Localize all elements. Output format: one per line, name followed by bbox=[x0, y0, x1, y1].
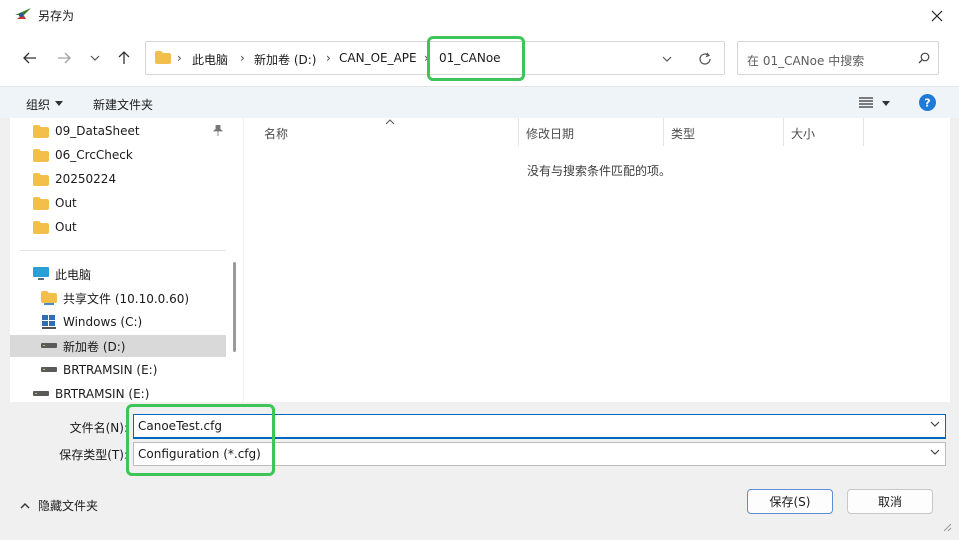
svg-text:?: ? bbox=[924, 97, 930, 110]
filename-label: 文件名(N): bbox=[69, 421, 128, 435]
quick-access-item[interactable]: 20250224 bbox=[10, 168, 226, 190]
chevron-down-icon[interactable] bbox=[930, 449, 940, 455]
caret-down-icon[interactable] bbox=[882, 101, 890, 106]
quick-access-item[interactable]: 06_CrcCheck bbox=[10, 144, 226, 166]
drive-icon bbox=[40, 338, 58, 354]
organize-menu[interactable]: 组织 bbox=[26, 96, 50, 113]
forward-button[interactable] bbox=[52, 47, 76, 69]
window-title: 另存为 bbox=[38, 9, 75, 23]
windows-drive-icon bbox=[40, 314, 58, 330]
highlight-current-folder bbox=[427, 36, 525, 81]
folder-icon bbox=[155, 51, 171, 64]
resize-grip-icon[interactable] bbox=[940, 520, 952, 532]
cancel-button[interactable]: 取消 bbox=[847, 489, 933, 514]
column-divider[interactable] bbox=[863, 118, 864, 146]
chevron-down-icon[interactable] bbox=[930, 421, 940, 427]
folder-icon bbox=[32, 147, 50, 163]
search-icon bbox=[918, 52, 930, 64]
computer-icon bbox=[32, 266, 50, 282]
sidebar-item-drive-d[interactable]: 新加卷 (D:) bbox=[10, 335, 226, 357]
search-placeholder: 在 01_CANoe 中搜索 bbox=[747, 54, 865, 68]
scrollbar-thumb[interactable] bbox=[233, 262, 236, 352]
breadcrumb-separator: › bbox=[240, 51, 245, 65]
pin-icon[interactable] bbox=[213, 125, 223, 136]
up-button[interactable] bbox=[112, 47, 136, 69]
hide-folders-label: 隐藏文件夹 bbox=[38, 499, 99, 513]
folder-icon bbox=[32, 123, 50, 139]
sidebar-item-network-share[interactable]: 共享文件 (10.10.0.60) bbox=[10, 287, 226, 309]
address-dropdown-icon[interactable] bbox=[662, 56, 672, 62]
search-input[interactable]: 在 01_CANoe 中搜索 bbox=[737, 41, 939, 75]
sidebar-item-drive-e[interactable]: BRTRAMSIN (E:) bbox=[10, 359, 226, 381]
column-header-size[interactable]: 大小 bbox=[783, 118, 863, 146]
arrow-left-icon bbox=[23, 52, 36, 64]
folder-icon bbox=[32, 195, 50, 211]
tree-item-label: 共享文件 (10.10.0.60) bbox=[63, 291, 190, 306]
refresh-icon[interactable] bbox=[698, 52, 712, 66]
navigation-pane: 09_DataSheet 06_CrcCheck 20250224 Out Ou… bbox=[10, 118, 243, 402]
tree-item-label: 此电脑 bbox=[55, 267, 92, 282]
view-options-icon[interactable] bbox=[859, 97, 873, 108]
quick-access-item[interactable]: 09_DataSheet bbox=[10, 120, 226, 142]
help-icon[interactable]: ? bbox=[919, 94, 936, 111]
filetype-label: 保存类型(T): bbox=[59, 448, 128, 462]
new-folder-button[interactable]: 新建文件夹 bbox=[93, 96, 153, 113]
tree-item-label: 09_DataSheet bbox=[55, 124, 140, 138]
tree-item-label: 06_CrcCheck bbox=[55, 148, 133, 162]
tree-item-label: BRTRAMSIN (E:) bbox=[63, 363, 158, 377]
breadcrumb-can-oe-ape[interactable]: CAN_OE_APE bbox=[339, 51, 417, 65]
arrow-right-icon bbox=[58, 52, 71, 64]
command-bar: 组织 新建文件夹 ? bbox=[0, 86, 959, 118]
column-header-name[interactable]: 名称 bbox=[256, 118, 518, 146]
folder-icon bbox=[32, 219, 50, 235]
divider bbox=[20, 250, 226, 251]
sidebar-item-drive-e[interactable]: BRTRAMSIN (E:) bbox=[10, 383, 226, 405]
recent-locations-button[interactable] bbox=[83, 47, 107, 69]
breadcrumb-separator: › bbox=[177, 51, 182, 65]
save-button[interactable]: 保存(S) bbox=[747, 489, 833, 514]
column-header-type[interactable]: 类型 bbox=[663, 118, 783, 146]
tree-item-label: Windows (C:) bbox=[63, 315, 143, 329]
back-button[interactable] bbox=[18, 47, 42, 69]
breadcrumb-separator: › bbox=[326, 51, 331, 65]
chevron-up-icon bbox=[20, 502, 30, 509]
quick-access-item[interactable]: Out bbox=[10, 216, 226, 238]
file-list: 名称 修改日期 类型 大小 没有与搜索条件匹配的项。 bbox=[244, 118, 950, 402]
tree-item-label: Out bbox=[55, 196, 77, 210]
sidebar-item-this-pc[interactable]: 此电脑 bbox=[10, 263, 226, 285]
tree-item-label: 20250224 bbox=[55, 172, 117, 186]
breadcrumb-drive-d[interactable]: 新加卷 (D:) bbox=[254, 51, 316, 68]
tree-item-label: BRTRAMSIN (E:) bbox=[55, 387, 150, 401]
tree-item-label: 新加卷 (D:) bbox=[63, 339, 126, 354]
column-header-modified[interactable]: 修改日期 bbox=[518, 118, 663, 146]
breadcrumb-this-pc[interactable]: 此电脑 bbox=[192, 51, 228, 68]
drive-icon bbox=[32, 386, 50, 402]
folder-icon bbox=[32, 171, 50, 187]
hide-folders-toggle[interactable]: 隐藏文件夹 bbox=[20, 497, 98, 514]
app-icon bbox=[14, 7, 32, 21]
tree-item-label: Out bbox=[55, 220, 77, 234]
caret-down-icon bbox=[55, 101, 63, 106]
highlight-file-fields bbox=[126, 404, 275, 476]
empty-message: 没有与搜索条件匹配的项。 bbox=[527, 164, 672, 178]
close-button[interactable] bbox=[922, 2, 952, 30]
title-bar bbox=[0, 0, 959, 32]
chevron-down-icon bbox=[90, 55, 100, 61]
sidebar-item-drive-c[interactable]: Windows (C:) bbox=[10, 311, 226, 333]
quick-access-item[interactable]: Out bbox=[10, 192, 226, 214]
arrow-up-icon bbox=[118, 51, 130, 64]
network-folder-icon bbox=[40, 290, 58, 306]
drive-icon bbox=[40, 362, 58, 378]
close-icon bbox=[931, 10, 943, 22]
